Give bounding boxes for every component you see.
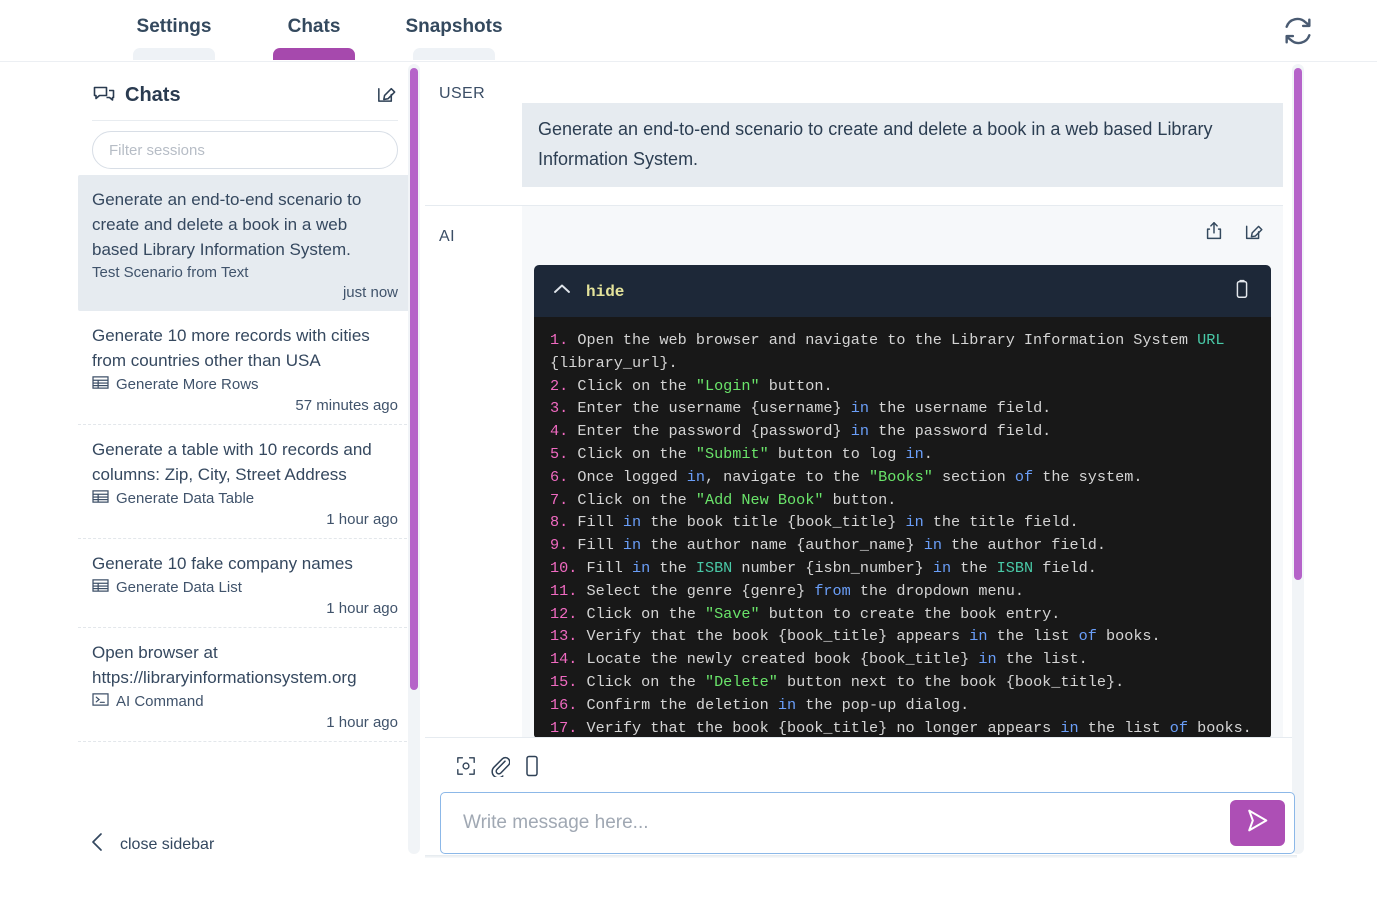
session-subtitle-row: Test Scenario from Text — [92, 264, 398, 281]
chevron-left-icon — [90, 831, 106, 858]
session-time: 57 minutes ago — [295, 397, 398, 414]
code-block-content[interactable]: 1. Open the web browser and navigate to … — [534, 317, 1271, 737]
tab-snapshots-underline — [413, 48, 495, 60]
session-item[interactable]: Generate a table with 10 records and col… — [78, 425, 412, 539]
compose-edit-icon[interactable] — [375, 82, 398, 110]
chat-bubbles-icon — [92, 81, 116, 110]
send-arrow-icon — [1244, 807, 1271, 839]
composer-toolbar — [440, 745, 1295, 788]
table-grid-icon — [92, 578, 109, 597]
tab-snapshots[interactable]: Snapshots — [405, 0, 503, 60]
ai-message-actions — [522, 206, 1283, 253]
code-hide-label: hide — [586, 282, 625, 301]
filter-sessions-wrap — [78, 121, 412, 175]
chats-sidebar: Chats Generate an end-to-end scenario to… — [78, 63, 412, 880]
session-subtitle-row: Generate Data Table — [92, 489, 398, 508]
mobile-device-icon[interactable] — [524, 755, 540, 782]
close-sidebar-button[interactable]: close sidebar — [90, 831, 214, 858]
table-grid-icon — [92, 375, 109, 394]
close-sidebar-label: close sidebar — [120, 835, 215, 853]
share-export-icon[interactable] — [1203, 220, 1225, 247]
session-item[interactable]: Generate 10 fake company names Generate … — [78, 539, 412, 628]
session-time: just now — [342, 284, 398, 301]
session-subtitle: Generate More Rows — [116, 376, 259, 393]
ai-role-label: AI — [439, 228, 455, 245]
session-list[interactable]: Generate an end-to-end scenario to creat… — [78, 175, 412, 800]
table-grid-icon — [92, 489, 109, 508]
session-title: Open browser at https://libraryinformati… — [92, 643, 357, 687]
message-input[interactable] — [441, 812, 1230, 834]
user-message-text: Generate an end-to-end scenario to creat… — [538, 119, 1213, 169]
session-item-active[interactable]: Generate an end-to-end scenario to creat… — [78, 175, 412, 311]
main-scrollbar-thumb[interactable] — [1294, 68, 1302, 580]
ai-message-row: AI hide 1. Open the web browser and navi… — [425, 206, 1297, 737]
code-block-card: hide 1. Open the web browser and navigat… — [534, 265, 1271, 737]
user-message-bubble: Generate an end-to-end scenario to creat… — [522, 103, 1283, 187]
send-button[interactable] — [1230, 800, 1285, 846]
edit-pencil-icon[interactable] — [1243, 220, 1265, 247]
code-block-scrollbar[interactable] — [1285, 300, 1292, 710]
code-hide-toggle[interactable]: hide — [552, 282, 624, 301]
terminal-icon — [92, 692, 109, 711]
session-time: 1 hour ago — [326, 714, 398, 731]
session-subtitle: AI Command — [116, 693, 204, 710]
user-role-label: USER — [439, 85, 486, 102]
sidebar-scrollbar-thumb[interactable] — [410, 68, 418, 690]
message-composer — [440, 745, 1295, 855]
session-subtitle: Test Scenario from Text — [92, 264, 249, 281]
user-message-row: USER Generate an end-to-end scenario to … — [425, 63, 1297, 187]
screenshot-capture-icon[interactable] — [456, 756, 476, 781]
tab-list: Settings Chats Snapshots — [125, 0, 545, 60]
session-subtitle: Generate Data Table — [116, 490, 255, 507]
tab-chats-label: Chats — [287, 16, 341, 37]
session-title: Generate an end-to-end scenario to creat… — [92, 190, 362, 259]
bottom-strip — [0, 858, 1377, 900]
code-block-header: hide — [534, 265, 1271, 317]
session-subtitle-row: AI Command — [92, 692, 398, 711]
tab-settings-underline — [133, 48, 215, 60]
sidebar-title: Chats — [125, 84, 181, 106]
session-subtitle-row: Generate More Rows — [92, 375, 398, 394]
tab-chats[interactable]: Chats — [265, 0, 363, 60]
tab-chats-underline — [273, 48, 355, 60]
session-subtitle: Generate Data List — [116, 579, 242, 596]
tab-settings-label: Settings — [136, 16, 212, 37]
session-item[interactable]: Open browser at https://libraryinformati… — [78, 628, 412, 742]
session-time: 1 hour ago — [326, 511, 398, 528]
session-title: Generate 10 more records with cities fro… — [92, 326, 370, 370]
sidebar-header: Chats — [78, 63, 412, 120]
top-tab-bar: Settings Chats Snapshots — [0, 0, 1377, 62]
refresh-sync-icon[interactable] — [1281, 14, 1315, 48]
session-title: Generate 10 fake company names — [92, 554, 353, 573]
session-subtitle-row: Generate Data List — [92, 578, 398, 597]
message-input-shell — [440, 792, 1295, 854]
tab-settings[interactable]: Settings — [125, 0, 223, 60]
chevron-up-icon — [552, 282, 572, 301]
session-item[interactable]: Generate 10 more records with cities fro… — [78, 311, 412, 425]
tab-snapshots-label: Snapshots — [405, 16, 503, 37]
attachment-paperclip-icon[interactable] — [490, 755, 511, 782]
filter-sessions-input[interactable] — [92, 131, 398, 169]
conversation-panel: USER Generate an end-to-end scenario to … — [425, 63, 1297, 738]
session-time: 1 hour ago — [326, 600, 398, 617]
clipboard-copy-icon[interactable] — [1231, 278, 1253, 305]
session-title: Generate a table with 10 records and col… — [92, 440, 372, 484]
ai-message-block: hide 1. Open the web browser and navigat… — [522, 206, 1283, 737]
